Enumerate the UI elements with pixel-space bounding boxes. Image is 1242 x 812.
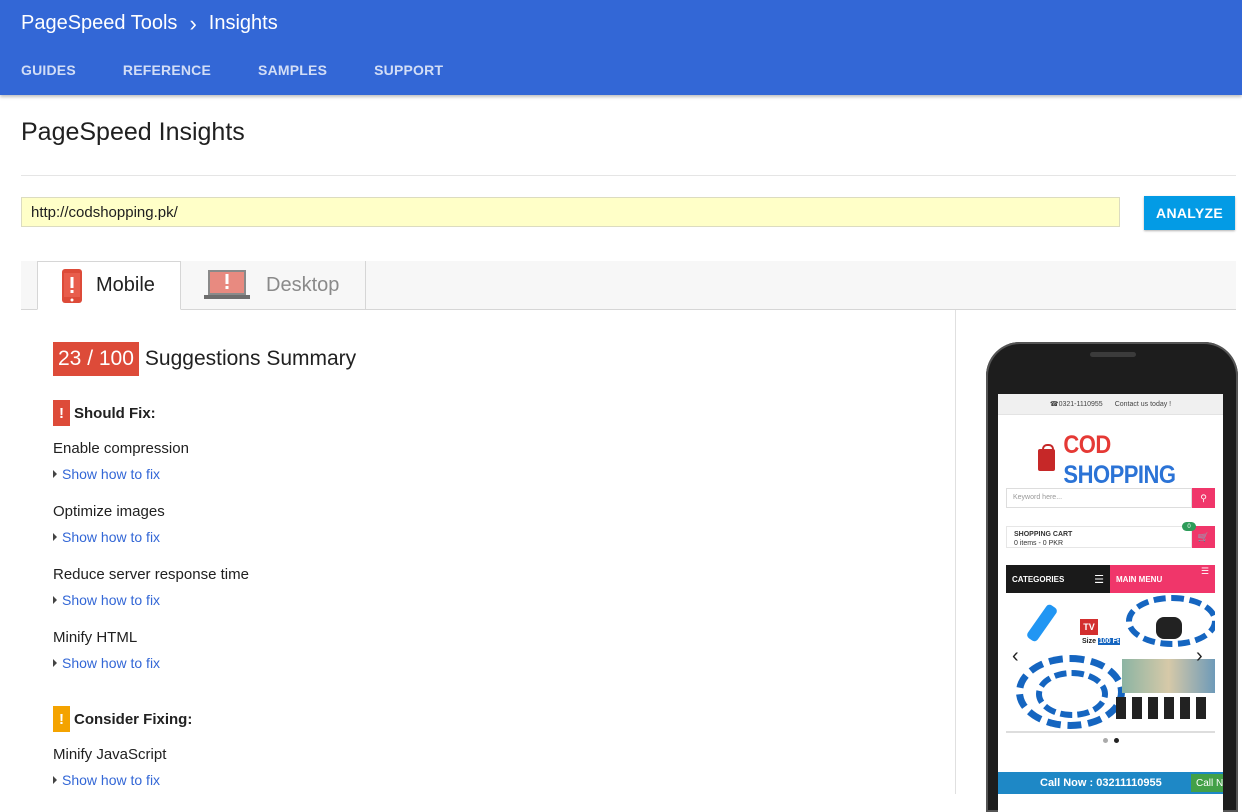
nav-samples[interactable]: SAMPLES xyxy=(258,62,327,78)
carousel-dot-active xyxy=(1114,738,1119,743)
score-summary: 23 / 100 Suggestions Summary xyxy=(53,342,356,376)
preview-cart: SHOPPING CART 0 items - 0 PKR xyxy=(1006,526,1192,548)
chevron-right-icon: › xyxy=(189,10,197,36)
desktop-warning-icon xyxy=(204,270,250,299)
tab-mobile[interactable]: Mobile xyxy=(37,261,181,310)
show-how-to-fix-link[interactable]: Show how to fix xyxy=(53,529,160,545)
content-divider xyxy=(955,310,956,794)
search-icon: ⚲ xyxy=(1192,488,1215,508)
tab-desktop-label: Desktop xyxy=(266,273,340,296)
connector-image xyxy=(1156,617,1182,639)
breadcrumb-product[interactable]: PageSpeed Tools xyxy=(21,12,177,35)
score-badge: 23 / 100 xyxy=(53,342,139,376)
triangle-right-icon xyxy=(53,776,57,784)
carousel-next-icon: › xyxy=(1196,645,1203,667)
cart-count-badge: 0 xyxy=(1182,522,1196,531)
preview-search-input: Keyword here... xyxy=(1006,488,1192,508)
preview-contact-bar: ☎0321-1110955 Contact us today ! xyxy=(998,394,1223,415)
should-fix-heading: ! Should Fix: xyxy=(53,400,156,426)
breadcrumb-current[interactable]: Insights xyxy=(209,12,278,35)
preview-logo: COD SHOPPING xyxy=(1038,430,1223,489)
top-nav: GUIDES REFERENCE SAMPLES SUPPORT xyxy=(21,62,490,78)
consider-fixing-label: Consider Fixing: xyxy=(74,710,193,728)
preview-call-button: Call N xyxy=(1191,774,1223,792)
divider xyxy=(21,175,1236,176)
show-how-to-fix-link[interactable]: Show how to fix xyxy=(53,772,160,788)
preview-main-menu: MAIN MENU ☰ xyxy=(1110,565,1215,593)
cart-icon: 🛒 xyxy=(1192,526,1215,548)
preview-categories: CATEGORIES ☰ xyxy=(1006,565,1110,593)
triangle-right-icon xyxy=(53,659,57,667)
top-app-bar: PageSpeed Tools › Insights GUIDES REFERE… xyxy=(0,0,1242,95)
accessories-photo xyxy=(1116,697,1211,719)
rule-minify-html: Minify HTML xyxy=(53,629,138,646)
show-how-to-fix-link[interactable]: Show how to fix xyxy=(53,592,160,608)
url-input[interactable] xyxy=(21,197,1120,227)
summary-title: Suggestions Summary xyxy=(144,347,357,370)
should-fix-label: Should Fix: xyxy=(74,404,156,422)
shopping-bag-icon xyxy=(1038,444,1056,471)
nav-guides[interactable]: GUIDES xyxy=(21,62,76,78)
triangle-right-icon xyxy=(53,470,57,478)
page-title: PageSpeed Insights xyxy=(21,118,245,146)
show-how-to-fix-link[interactable]: Show how to fix xyxy=(53,466,160,482)
carousel-dots xyxy=(1100,738,1122,743)
rule-optimize-images: Optimize images xyxy=(53,503,165,520)
tab-mobile-label: Mobile xyxy=(96,274,155,296)
rule-enable-compression: Enable compression xyxy=(53,440,189,457)
hose-image xyxy=(1036,670,1108,718)
tab-desktop[interactable]: Desktop xyxy=(181,261,366,309)
nav-reference[interactable]: REFERENCE xyxy=(123,62,211,78)
carousel-prev-icon: ‹ xyxy=(1012,645,1019,667)
carousel-dot xyxy=(1103,738,1108,743)
nozzle-image xyxy=(1025,603,1059,643)
menu-icon: ☰ xyxy=(1200,566,1209,576)
breadcrumb: PageSpeed Tools › Insights xyxy=(21,12,278,35)
preview-banner-image: TV Size 100 Ft ‹ › xyxy=(1006,595,1215,733)
exclamation-icon: ! xyxy=(53,706,70,732)
device-tabs: Mobile Desktop xyxy=(21,261,1236,310)
triangle-right-icon xyxy=(53,596,57,604)
nav-support[interactable]: SUPPORT xyxy=(374,62,443,78)
mobile-preview-screen: ☎0321-1110955 Contact us today ! COD SHO… xyxy=(998,394,1223,812)
mobile-preview-phone: ☎0321-1110955 Contact us today ! COD SHO… xyxy=(986,342,1238,812)
rule-minify-javascript: Minify JavaScript xyxy=(53,746,167,763)
exclamation-icon: ! xyxy=(53,400,70,426)
consider-fixing-heading: ! Consider Fixing: xyxy=(53,706,192,732)
triangle-right-icon xyxy=(53,533,57,541)
as-seen-on-tv-badge: TV Size 100 Ft xyxy=(1080,619,1122,649)
phone-speaker xyxy=(1090,352,1136,357)
analyze-button[interactable]: ANALYZE xyxy=(1144,196,1235,230)
preview-call-now-bar: Call Now : 03211110955 xyxy=(998,772,1223,794)
mobile-warning-icon xyxy=(62,268,82,303)
rule-reduce-server-response-time: Reduce server response time xyxy=(53,566,249,583)
menu-icon: ☰ xyxy=(1094,574,1104,586)
show-how-to-fix-link[interactable]: Show how to fix xyxy=(53,655,160,671)
